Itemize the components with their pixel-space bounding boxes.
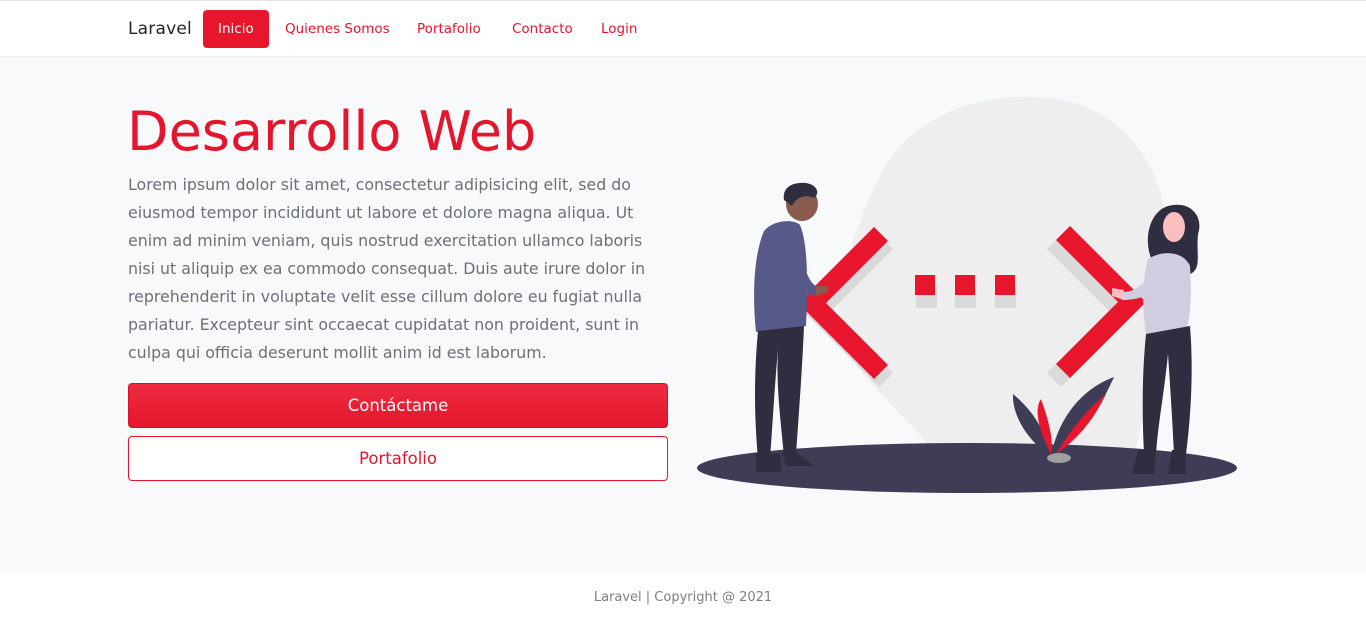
web-development-illustration bbox=[697, 96, 1237, 493]
nav-link-quienes-somos[interactable]: Quienes Somos bbox=[285, 10, 390, 48]
navbar: Laravel Inicio Quienes Somos Portafolio … bbox=[0, 0, 1366, 57]
nav-link-contacto[interactable]: Contacto bbox=[512, 10, 573, 48]
man-shoe bbox=[756, 454, 782, 472]
plant-pot bbox=[1047, 453, 1071, 463]
man-legs bbox=[755, 326, 804, 459]
nav-link-login[interactable]: Login bbox=[601, 10, 637, 48]
footer-copyright: Laravel | Copyright @ 2021 bbox=[593, 590, 773, 605]
brand-link[interactable]: Laravel bbox=[128, 19, 192, 39]
hero-title: Desarrollo Web bbox=[127, 100, 537, 163]
woman-torso bbox=[1143, 253, 1191, 334]
portfolio-button[interactable]: Portafolio bbox=[128, 436, 668, 481]
footer: Laravel | Copyright @ 2021 bbox=[0, 571, 1366, 625]
nav-link-portafolio[interactable]: Portafolio bbox=[417, 10, 481, 48]
dot bbox=[915, 275, 935, 295]
dot bbox=[995, 275, 1015, 295]
hero-paragraph: Lorem ipsum dolor sit amet, consectetur … bbox=[128, 175, 646, 362]
dot bbox=[955, 275, 975, 295]
contact-me-button[interactable]: Contáctame bbox=[128, 383, 668, 428]
woman-face bbox=[1163, 212, 1185, 242]
woman-legs bbox=[1142, 326, 1192, 454]
hero-section: Desarrollo Web Lorem ipsum dolor sit ame… bbox=[0, 57, 1366, 571]
nav-link-inicio[interactable]: Inicio bbox=[203, 10, 269, 48]
